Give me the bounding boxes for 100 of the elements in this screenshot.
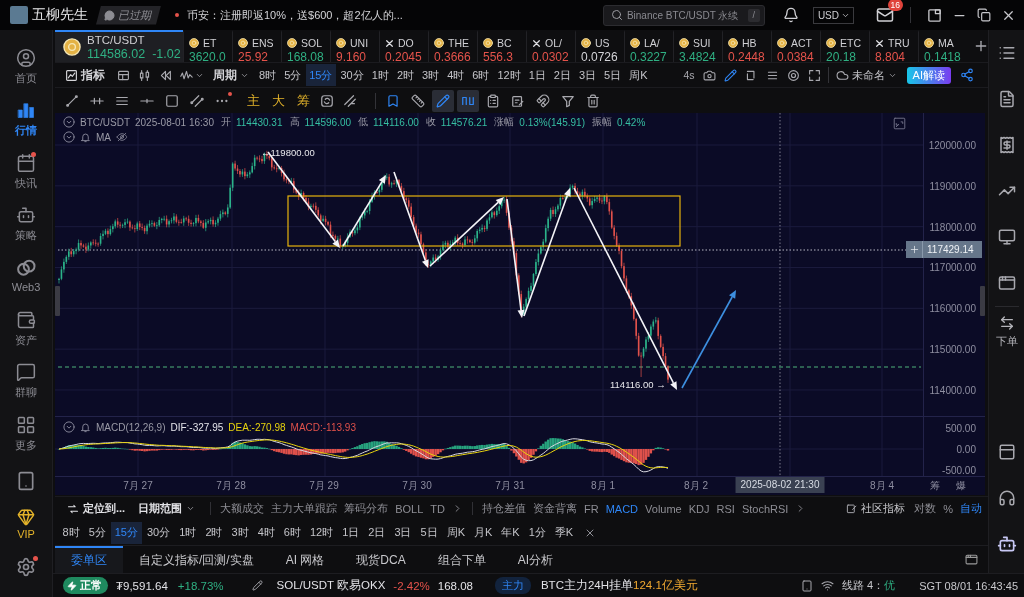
indicator-tab[interactable]: StochRSI [741, 502, 789, 515]
interval-tab[interactable]: 4时 [443, 64, 468, 86]
ticker-item[interactable]: US 0.0726 [575, 30, 624, 62]
panel-icon[interactable] [965, 553, 978, 566]
robot-icon[interactable] [996, 534, 1017, 554]
list-icon[interactable] [997, 44, 1016, 62]
text-tool-button[interactable]: 大 [270, 91, 286, 110]
interval-tab[interactable]: 2时 [393, 64, 418, 86]
window-icon[interactable] [997, 274, 1016, 292]
ticker-item[interactable]: THE 0.3666 [428, 30, 477, 62]
sidebar-item[interactable]: 群聊 [0, 356, 52, 409]
panel-tab[interactable]: 组合下单 [421, 546, 502, 573]
axis-corner-button[interactable]: 筹 [930, 479, 940, 493]
interval-tab[interactable]: 8时 [255, 64, 280, 86]
fullscreen-icon[interactable] [807, 68, 821, 82]
interval-tab[interactable]: 6时 [279, 521, 305, 544]
interval-tab[interactable]: 12时 [305, 521, 338, 544]
interval-tab[interactable]: 15分 [305, 64, 336, 86]
layout-select[interactable]: 未命名 [835, 67, 897, 83]
headset-icon[interactable] [997, 489, 1016, 507]
ticker-item[interactable]: ETC 20.18 [820, 30, 869, 62]
overlay-label[interactable]: MA [96, 131, 111, 143]
interval-tab[interactable]: 4时 [253, 521, 279, 544]
scale-option[interactable]: 对数 [914, 501, 937, 516]
vip-button[interactable]: VIP [0, 501, 52, 547]
interval-tab[interactable]: 5分 [84, 521, 110, 544]
chart-tool-tab[interactable]: TD [430, 502, 445, 515]
collapse-handle[interactable] [55, 286, 60, 316]
candle-icon[interactable] [138, 68, 151, 82]
community-indicators-button[interactable]: 社区指标 [846, 501, 906, 516]
interval-tab[interactable]: 3时 [227, 521, 253, 544]
chart-tool-tab[interactable]: 主力大单跟踪 [271, 501, 338, 516]
interval-tab[interactable]: 月K [469, 521, 497, 544]
tablet-icon[interactable] [800, 579, 813, 592]
sidebar-item[interactable]: 首页 [0, 42, 52, 95]
layout-icon[interactable] [927, 7, 942, 23]
add-icon[interactable] [973, 38, 989, 54]
ai-button[interactable]: AI解读 [906, 66, 951, 84]
interval-tab[interactable]: 1时 [368, 64, 393, 86]
share-icon[interactable] [960, 68, 974, 82]
announcement-link[interactable]: 币安：注册即返10%，送$600，超2亿人的... [187, 7, 403, 23]
interval-tab[interactable]: 2日 [364, 521, 390, 544]
receipt-icon[interactable] [997, 136, 1016, 154]
pair-name[interactable]: SOL/USDT 欧易OKX [276, 578, 386, 593]
swirl-icon[interactable] [320, 93, 334, 108]
sidebar-item[interactable]: 快讯 [0, 146, 52, 200]
measure-icon[interactable] [343, 93, 357, 108]
indicator-tab[interactable]: MACD [605, 502, 639, 515]
pen-icon[interactable] [251, 580, 263, 591]
indicator-tab[interactable]: RSI [716, 502, 735, 515]
panel-tab[interactable]: 自定义指标/回测/实盘 [123, 546, 270, 573]
interval-tab[interactable]: 1分 [524, 521, 550, 544]
indicator-tab[interactable]: FR [584, 502, 599, 515]
interval-tab[interactable]: 1时 [175, 521, 201, 544]
locate-button[interactable]: 定位到... [67, 501, 126, 516]
ticker-item[interactable]: UNI 9.160 [330, 30, 379, 62]
interval-tab[interactable]: 15分 [110, 521, 142, 544]
sidebar-item[interactable]: Web3 [0, 251, 52, 304]
panel-tab[interactable]: AI分析 [501, 546, 570, 573]
sidebar-item[interactable]: 行情 [0, 94, 52, 147]
ticker-item[interactable]: SOL 168.08 [281, 30, 330, 62]
text-tool-button[interactable]: 主 [245, 91, 261, 110]
interval-tab[interactable]: 周K [442, 521, 469, 544]
ticker-item[interactable]: DO 0.2045 [379, 30, 428, 62]
sidebar-item[interactable]: 资产 [0, 303, 52, 357]
ticker-item[interactable]: HB 0.2448 [722, 30, 771, 62]
line-tool-icon[interactable] [65, 93, 79, 108]
ticker-item[interactable]: BTC/USDT 114586.02 -1.02 [55, 30, 183, 62]
rectangle-icon[interactable] [165, 93, 179, 108]
interval-tab[interactable]: 1日 [338, 521, 364, 544]
macd-name[interactable]: MACD(12,26,9) [96, 421, 166, 433]
replay-icon[interactable] [159, 68, 172, 82]
wave-icon[interactable] [180, 68, 193, 82]
indicator-tab[interactable]: 持仓差值 [482, 501, 526, 516]
pen-icon[interactable] [723, 68, 737, 82]
document-icon[interactable] [997, 90, 1016, 108]
collapse-icon[interactable] [63, 116, 75, 128]
template-icon[interactable] [117, 68, 130, 82]
search-field[interactable]: Binance BTC/USDT 永续 / [602, 4, 765, 26]
sidebar-item[interactable]: 策略 [0, 199, 52, 252]
interval-tab[interactable]: 3时 [418, 64, 443, 86]
ticker-item[interactable]: OL/ 0.0302 [526, 30, 575, 62]
interval-tab[interactable]: 6时 [468, 64, 493, 86]
ticker-item[interactable]: LA/ 0.3227 [624, 30, 673, 62]
indicator-tab[interactable]: KDJ [688, 502, 710, 515]
interval-tab[interactable]: 30分 [337, 64, 368, 86]
drawing-tool-button[interactable] [432, 89, 454, 112]
hidden-eye-icon[interactable] [116, 131, 128, 143]
panel-tab[interactable]: AI 网格 [269, 546, 341, 573]
ticker-item[interactable]: BC 556.3 [477, 30, 526, 62]
expand-icon[interactable] [893, 117, 906, 130]
mail-icon[interactable] [876, 6, 894, 24]
bell-icon[interactable] [782, 7, 799, 23]
order-button[interactable]: 下单 [989, 307, 1024, 357]
interval-tab[interactable]: 2时 [201, 521, 227, 544]
chart-tool-tab[interactable]: BOLL [395, 502, 424, 515]
period-select[interactable]: 周期 [213, 67, 249, 83]
interval-tab[interactable]: 季K [550, 521, 578, 544]
restore-icon[interactable] [977, 8, 991, 22]
target-icon[interactable] [786, 68, 800, 82]
